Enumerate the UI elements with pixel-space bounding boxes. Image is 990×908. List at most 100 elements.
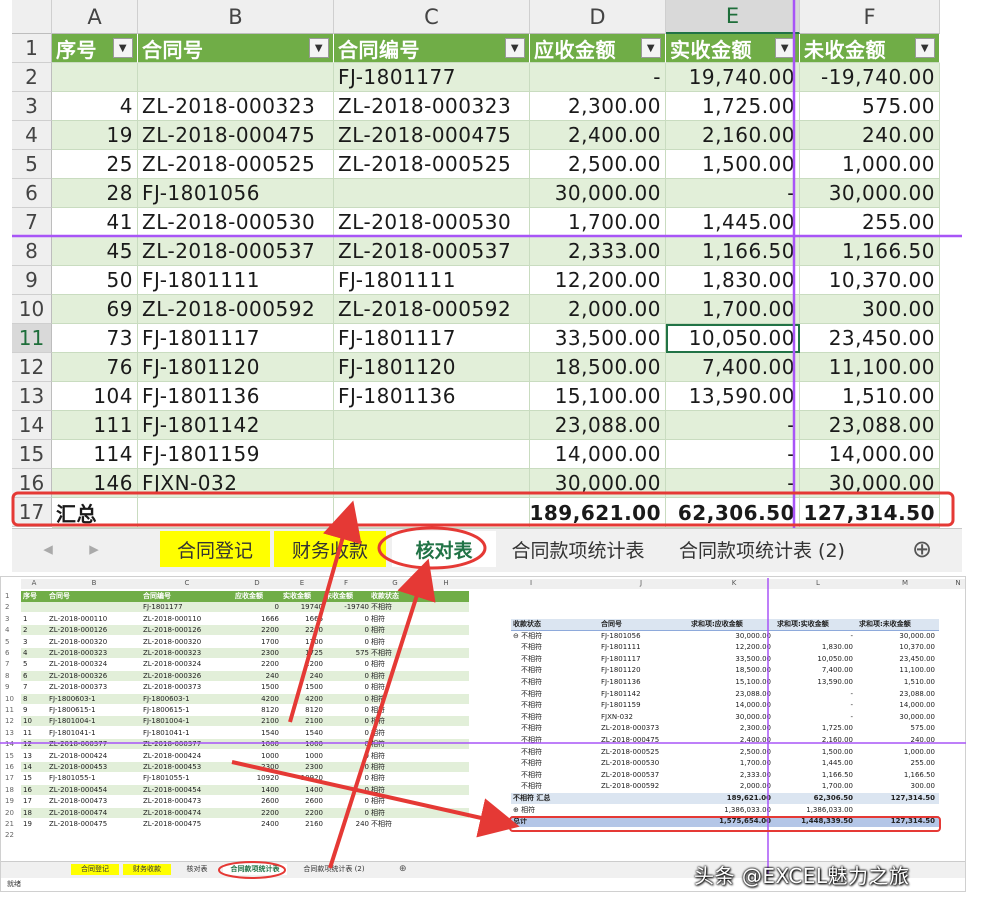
cell-b[interactable] xyxy=(138,63,334,92)
bottom-cell[interactable]: 240 xyxy=(325,819,369,829)
pivot-cell[interactable]: 不相符 xyxy=(521,735,542,746)
bottom-cell[interactable]: 0 xyxy=(325,625,369,635)
cell-a[interactable]: 146 xyxy=(52,469,138,498)
pivot-cell[interactable]: 1,725.00 xyxy=(777,723,853,734)
cell-c[interactable]: FJ-1801111 xyxy=(334,266,530,295)
cell-a[interactable]: 45 xyxy=(52,237,138,266)
pivot-cell[interactable]: 10,370.00 xyxy=(859,642,935,653)
pivot-cell[interactable]: 13,590.00 xyxy=(777,677,853,688)
bottom-cell[interactable]: 2300 xyxy=(283,762,323,772)
row-header-11[interactable]: 11 xyxy=(12,324,52,353)
filter-dropdown-icon[interactable]: ▼ xyxy=(309,38,329,58)
bottom-cell[interactable]: 相符 xyxy=(371,773,385,783)
pivot-cell[interactable]: FJ-1801136 xyxy=(601,677,641,688)
bottom-cell[interactable]: 16 xyxy=(23,785,32,795)
filter-dropdown-icon[interactable]: ▼ xyxy=(641,38,661,58)
pivot-cell[interactable]: 30,000.00 xyxy=(691,631,771,642)
cell-d[interactable]: 33,500.00 xyxy=(530,324,666,353)
bottom-cell[interactable]: 1725 xyxy=(283,648,323,658)
bottom-cell[interactable]: 0 xyxy=(325,751,369,761)
cell-e[interactable]: 13,590.00 xyxy=(666,382,800,411)
cell-f[interactable]: 575.00 xyxy=(800,92,940,121)
pivot-cell[interactable]: 30,000.00 xyxy=(691,712,771,723)
bottom-column-header-n[interactable]: N xyxy=(951,579,965,589)
bottom-cell[interactable]: 0 xyxy=(325,705,369,715)
bottom-row-header[interactable]: 16 xyxy=(5,762,14,772)
cell-f[interactable]: 23,450.00 xyxy=(800,324,940,353)
bottom-cell[interactable]: 1400 xyxy=(235,785,279,795)
total-cell-d[interactable]: 189,621.00 xyxy=(530,498,666,528)
bottom-cell[interactable]: 相符 xyxy=(371,659,385,669)
pivot-cell[interactable]: 23,088.00 xyxy=(859,689,935,700)
bottom-cell[interactable]: ZL-2018-000377 xyxy=(143,739,201,749)
pivot-cell[interactable]: 不相符 xyxy=(521,700,542,711)
pivot-cell[interactable]: 1,510.00 xyxy=(859,677,935,688)
pivot-cell[interactable]: 不相符 xyxy=(521,747,542,758)
row-header-2[interactable]: 2 xyxy=(12,63,52,92)
bottom-cell[interactable]: 4 xyxy=(23,648,27,658)
pivot-header-cell[interactable]: 求和项:未收金额 xyxy=(859,619,911,630)
cell-e[interactable]: - xyxy=(666,469,800,498)
bottom-cell[interactable]: 相符 xyxy=(371,785,385,795)
bottom-cell[interactable]: 0 xyxy=(325,682,369,692)
row-header-1[interactable]: 1 xyxy=(12,34,52,63)
cell-a[interactable]: 41 xyxy=(52,208,138,237)
cell-d[interactable]: 2,333.00 xyxy=(530,237,666,266)
pivot-cell[interactable]: 1,445.00 xyxy=(777,758,853,769)
pivot-cell[interactable]: 2,300.00 xyxy=(691,723,771,734)
bottom-sheet-tab[interactable]: 合同款项统计表 xyxy=(223,864,287,875)
bottom-cell[interactable]: FJ-1801041-1 xyxy=(143,728,190,738)
bottom-cell[interactable]: 11 xyxy=(23,728,32,738)
bottom-cell[interactable]: FJ-1801004-1 xyxy=(49,716,96,726)
bottom-cell[interactable]: ZL-2018-000473 xyxy=(143,796,201,806)
pivot-cell[interactable]: 127,314.50 xyxy=(859,816,935,827)
pivot-header-cell[interactable]: 合同号 xyxy=(601,619,622,630)
bottom-row-header[interactable]: 8 xyxy=(5,671,9,681)
bottom-cell[interactable]: ZL-2018-000424 xyxy=(143,751,201,761)
bottom-cell[interactable]: 2300 xyxy=(235,648,279,658)
bottom-cell[interactable]: ZL-2018-000475 xyxy=(143,819,201,829)
bottom-row-header[interactable]: 4 xyxy=(5,625,9,635)
cell-a[interactable]: 69 xyxy=(52,295,138,324)
cell-f[interactable]: 30,000.00 xyxy=(800,469,940,498)
bottom-cell[interactable]: 2600 xyxy=(235,796,279,806)
bottom-cell[interactable]: 2100 xyxy=(235,716,279,726)
cell-d[interactable]: 30,000.00 xyxy=(530,469,666,498)
bottom-cell[interactable]: 相符 xyxy=(371,762,385,772)
tab-contract-register[interactable]: 合同登记 xyxy=(160,531,270,567)
pivot-cell[interactable]: 575.00 xyxy=(859,723,936,734)
bottom-column-header-j[interactable]: J xyxy=(591,579,691,589)
cell-d[interactable]: 30,000.00 xyxy=(530,179,666,208)
pivot-cell[interactable]: ZL-2018-000530 xyxy=(601,758,659,769)
pivot-cell[interactable]: 不相符 xyxy=(521,758,542,769)
bottom-cell[interactable]: ZL-2018-000324 xyxy=(143,659,201,669)
bottom-row-header[interactable]: 13 xyxy=(5,728,14,738)
cell-b[interactable]: ZL-2018-000530 xyxy=(138,208,334,237)
pivot-cell[interactable]: ZL-2018-000537 xyxy=(601,770,659,781)
cell-e[interactable]: 1,500.00 xyxy=(666,150,800,179)
bottom-cell[interactable]: 2600 xyxy=(283,796,323,806)
pivot-cell[interactable]: 33,500.00 xyxy=(691,654,771,665)
bottom-row-header[interactable]: 19 xyxy=(5,796,14,806)
pivot-cell[interactable]: 不相符 xyxy=(521,781,542,792)
pivot-cell[interactable]: 30,000.00 xyxy=(859,631,935,642)
total-cell-empty[interactable] xyxy=(138,498,334,528)
bottom-cell[interactable]: 10920 xyxy=(235,773,279,783)
bottom-cell[interactable]: ZL-2018-000323 xyxy=(49,648,107,658)
cell-d[interactable]: 2,000.00 xyxy=(530,295,666,324)
cell-a[interactable]: 4 xyxy=(52,92,138,121)
bottom-cell[interactable]: 1000 xyxy=(283,739,323,749)
row-header-13[interactable]: 13 xyxy=(12,382,52,411)
pivot-cell[interactable]: 240.00 xyxy=(859,735,936,746)
bottom-cell[interactable]: 0 xyxy=(325,694,369,704)
bottom-cell[interactable]: FJ-1800615-1 xyxy=(143,705,190,715)
row-header-8[interactable]: 8 xyxy=(12,237,52,266)
bottom-cell[interactable]: 2200 xyxy=(235,808,279,818)
row-header-15[interactable]: 15 xyxy=(12,440,52,469)
bottom-cell[interactable]: ZL-2018-000373 xyxy=(49,682,107,692)
cell-f[interactable]: 1,166.50 xyxy=(800,237,940,266)
cell-d[interactable]: 14,000.00 xyxy=(530,440,666,469)
pivot-cell[interactable]: 7,400.00 xyxy=(777,665,853,676)
tab-scroll-left-icon[interactable]: ◂ xyxy=(38,531,58,567)
cell-e[interactable]: 1,166.50 xyxy=(666,237,800,266)
